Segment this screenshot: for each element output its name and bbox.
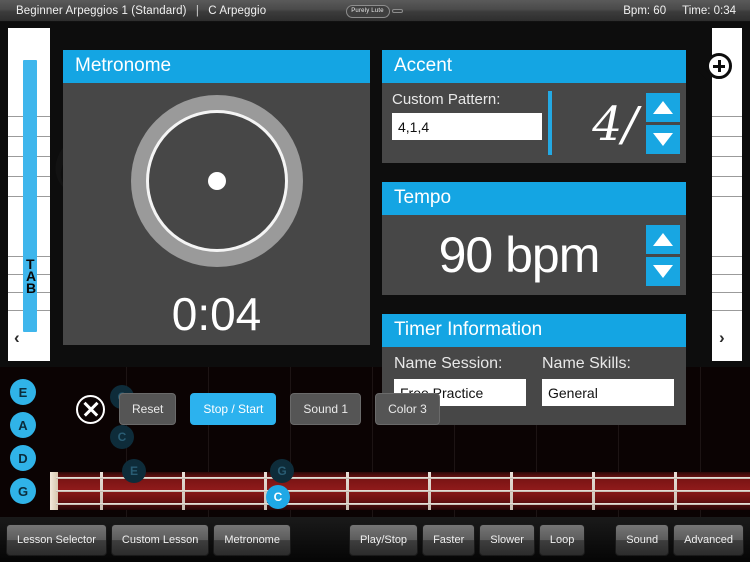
tempo-increase-button[interactable] [646,224,680,254]
accent-divider [548,91,552,155]
advanced-button[interactable]: Advanced [673,523,744,556]
metronome-panel-body: 0:04 [63,83,370,345]
color-select-button[interactable]: Color 3 [375,393,440,425]
tempo-panel-body: 90 bpm [382,215,686,295]
accent-increase-button[interactable] [646,92,680,122]
chevron-down-icon [653,132,673,146]
bottom-toolbar: Lesson Selector Custom Lesson Metronome … [0,517,750,562]
title-bar-lesson-info: Beginner Arpeggios 1 (Standard) | C Arpe… [0,5,266,17]
staff-line [712,176,742,177]
chevron-up-icon [653,100,673,114]
chevron-down-icon [653,264,673,278]
metronome-panel-title: Metronome [63,50,370,83]
skills-name-group: Name Skills: [542,355,674,417]
tab-notation-label: TAB [26,256,37,296]
chord-title: C Arpeggio [208,4,267,17]
app-logo: Purely Lute [345,4,403,18]
faster-button[interactable]: Faster [422,523,476,556]
lesson-title: Beginner Arpeggios 1 (Standard) [16,4,187,17]
title-bar: Beginner Arpeggios 1 (Standard) | C Arpe… [0,0,750,22]
metronome-dial[interactable] [130,95,303,267]
note-marker[interactable]: E [122,459,146,483]
app-logo-text: Purely Lute [345,4,390,18]
accent-panel: Accent Custom Pattern: 4/ [382,50,686,174]
timer-panel-title: Timer Information [382,314,686,347]
title-bar-status: Bpm: 60 Time: 0:34 [623,5,750,17]
string-label-a[interactable]: A [10,412,36,438]
tab-line [712,292,742,293]
accent-spinner [646,91,680,155]
string-label-d[interactable]: D [10,445,36,471]
toolbar-group-left: Lesson Selector Custom Lesson Metronome [6,523,291,556]
metronome-controls: Reset Stop / Start Sound 1 Color 3 [76,393,440,425]
staff-line [712,196,742,197]
close-icon[interactable] [76,394,105,424]
staff-line [712,156,742,157]
sound-button[interactable]: Sound [615,523,670,556]
staff-line [712,116,742,117]
sheet-page-left [8,28,50,361]
slower-button[interactable]: Slower [479,523,535,556]
name-session-label: Name Session: [394,355,503,372]
name-skills-label: Name Skills: [542,355,631,372]
string-label-g[interactable]: G [10,478,36,504]
guitar-string[interactable] [56,477,750,479]
note-marker-active[interactable]: C [266,485,290,509]
tempo-panel-title: Tempo [382,182,686,215]
metronome-button[interactable]: Metronome [213,523,291,556]
sound-select-button[interactable]: Sound 1 [290,393,362,425]
lesson-selector-button[interactable]: Lesson Selector [6,523,107,556]
accent-panel-body: Custom Pattern: 4/ [382,83,686,163]
guitar-string[interactable] [56,490,750,492]
chevron-up-icon [653,232,673,246]
custom-lesson-button[interactable]: Custom Lesson [110,523,210,556]
tempo-panel: Tempo 90 bpm [382,182,686,306]
note-marker[interactable]: C [110,425,134,449]
guitar-string[interactable] [56,503,750,505]
zoom-in-icon[interactable] [706,53,732,79]
metronome-inner-ring [145,110,288,252]
toolbar-group-center: Play/Stop Faster Slower Loop [348,523,586,556]
time-status: Time: 0:34 [682,4,736,17]
app-logo-tail [391,9,403,13]
accent-beats-value: 4/ [592,97,638,152]
tempo-decrease-button[interactable] [646,256,680,286]
next-page-arrow-icon[interactable]: › [719,329,725,346]
metronome-panel: Metronome 0:04 [63,50,370,356]
metronome-center-dot [207,172,226,190]
tab-line [712,274,742,275]
loop-button[interactable]: Loop [538,523,586,556]
note-marker[interactable]: G [270,459,294,483]
string-label-e[interactable]: E [10,379,36,405]
accent-decrease-button[interactable] [646,124,680,154]
custom-pattern-label: Custom Pattern: [392,91,501,108]
custom-pattern-input[interactable] [392,113,542,140]
name-skills-input[interactable] [542,379,674,406]
app-root: Beginner Arpeggios 1 (Standard) | C Arpe… [0,0,750,562]
prev-page-arrow-icon[interactable]: ‹ [14,329,20,346]
tab-line [712,256,742,257]
title-separator: | [195,4,199,17]
tab-line [712,310,742,311]
staff-line [712,136,742,137]
reset-button[interactable]: Reset [119,393,177,425]
play-stop-button[interactable]: Play/Stop [348,523,419,556]
tempo-value: 90 bpm [438,227,601,283]
bpm-status: Bpm: 60 [623,4,667,17]
tempo-spinner [646,224,680,286]
metronome-elapsed-time: 0:04 [171,288,262,340]
stop-start-button[interactable]: Stop / Start [190,393,277,425]
accent-pattern-group: Custom Pattern: [392,91,542,155]
toolbar-group-right: Sound Advanced [615,523,744,556]
accent-panel-title: Accent [382,50,686,83]
